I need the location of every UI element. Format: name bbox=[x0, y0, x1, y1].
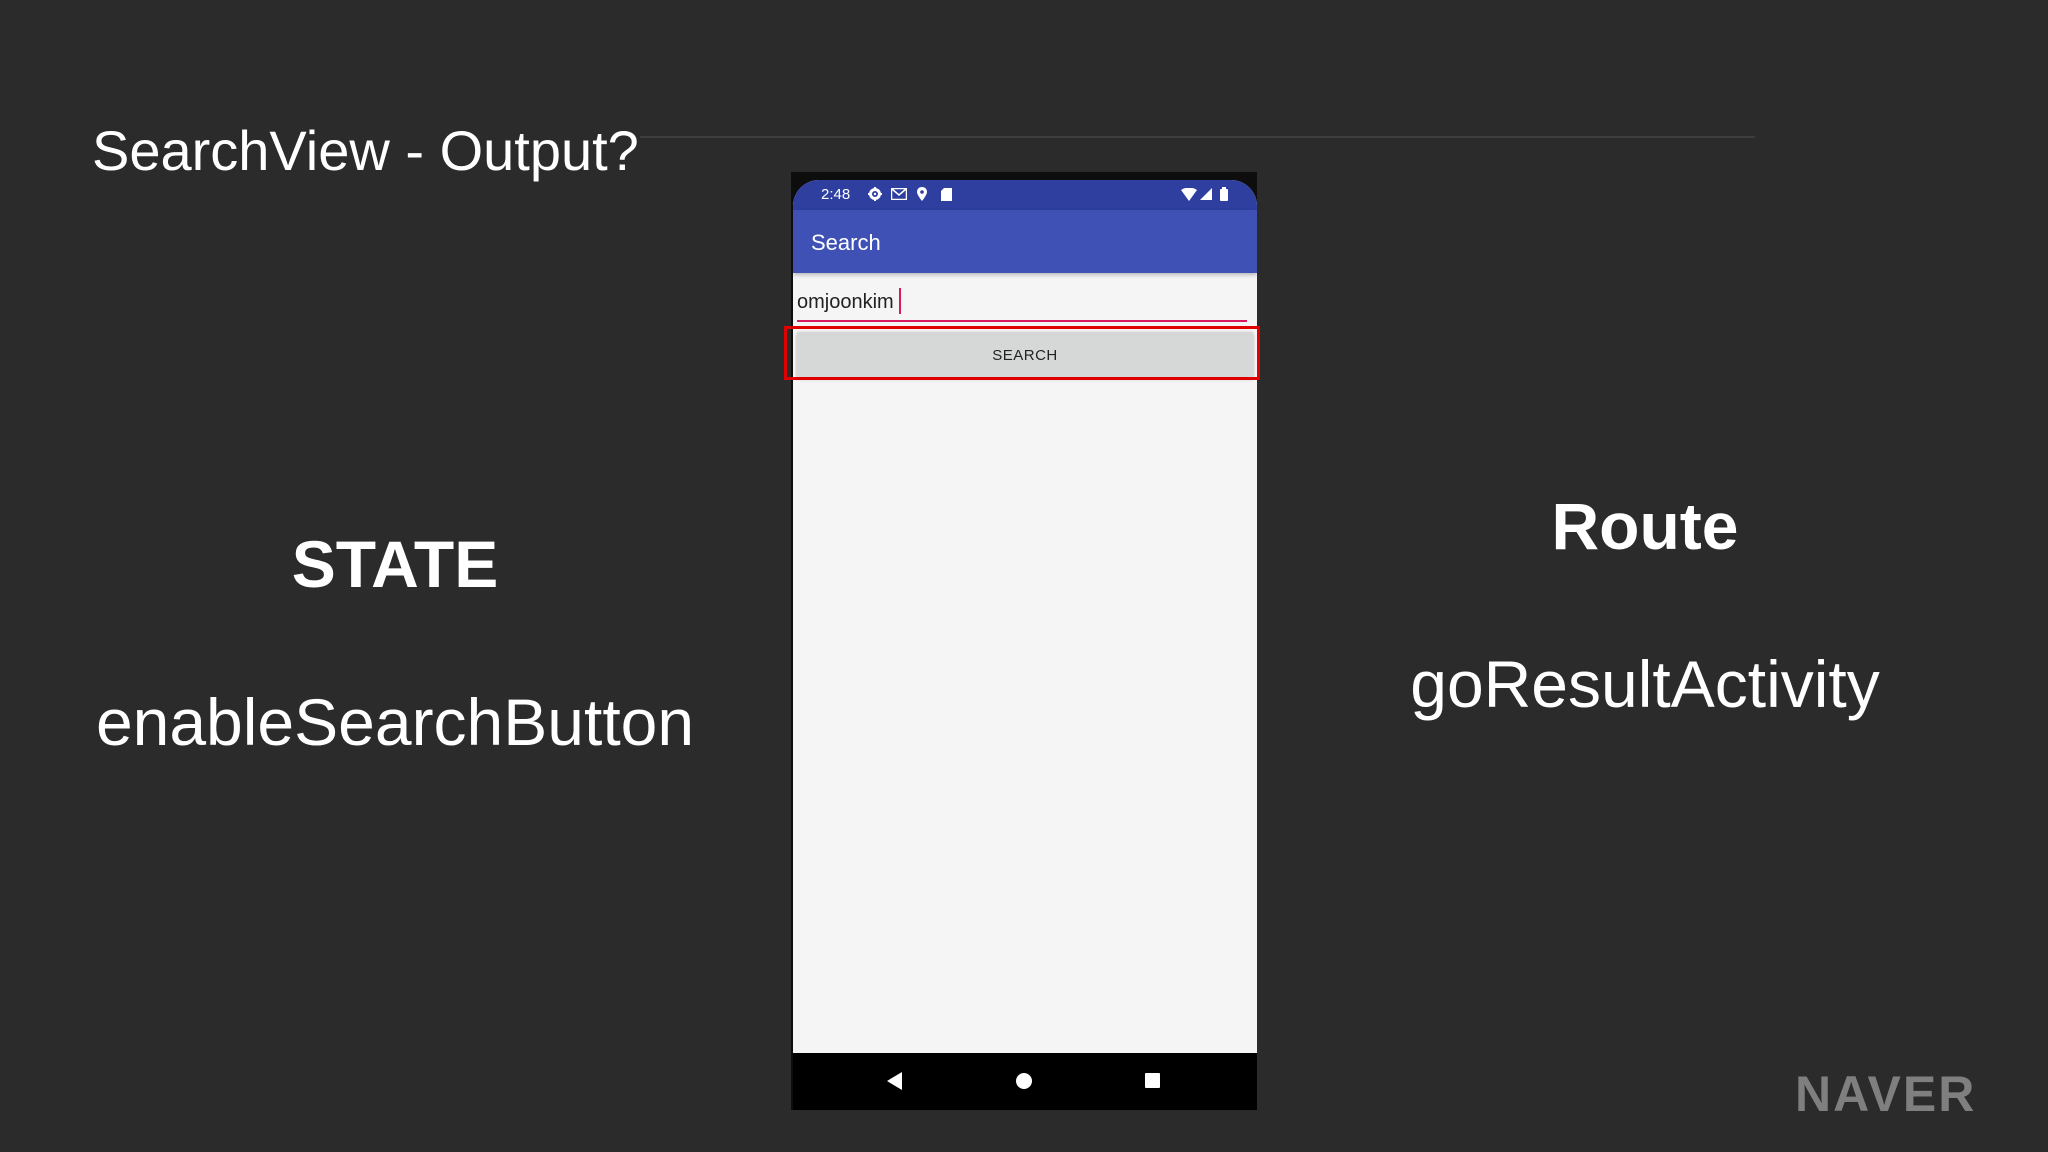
slide-title: SearchView - Output? bbox=[92, 119, 639, 182]
nav-bar bbox=[793, 1053, 1257, 1110]
state-value: enableSearchButton bbox=[95, 685, 695, 759]
recents-icon[interactable] bbox=[1145, 1073, 1160, 1088]
signal-icon bbox=[1198, 186, 1214, 202]
app-bar: Search bbox=[793, 210, 1257, 273]
mail-icon bbox=[891, 186, 907, 202]
naver-logo: NAVER bbox=[1795, 1066, 1977, 1122]
title-divider bbox=[640, 136, 1755, 138]
back-icon[interactable] bbox=[887, 1072, 902, 1090]
gear-icon bbox=[867, 186, 883, 202]
highlight-box bbox=[784, 326, 1260, 380]
status-bar: 2:48 bbox=[793, 180, 1257, 210]
location-icon bbox=[914, 186, 930, 202]
text-cursor bbox=[899, 288, 901, 314]
state-heading: STATE bbox=[291, 527, 499, 601]
slide: SearchView - Output? STATE enableSearchB… bbox=[0, 0, 2048, 1152]
route-value: goResultActivity bbox=[1410, 647, 1880, 721]
battery-icon bbox=[1216, 186, 1232, 202]
home-icon[interactable] bbox=[1016, 1073, 1032, 1089]
app-title: Search bbox=[811, 230, 881, 255]
sd-card-icon bbox=[938, 186, 954, 202]
status-time: 2:48 bbox=[821, 186, 851, 203]
wifi-icon bbox=[1181, 186, 1197, 202]
phone-frame: 2:48 Search omjoonkim SEARCH bbox=[791, 172, 1257, 1110]
phone-screen: 2:48 Search omjoonkim SEARCH bbox=[793, 180, 1257, 1110]
route-heading: Route bbox=[1551, 489, 1739, 563]
search-input[interactable] bbox=[797, 284, 1247, 322]
